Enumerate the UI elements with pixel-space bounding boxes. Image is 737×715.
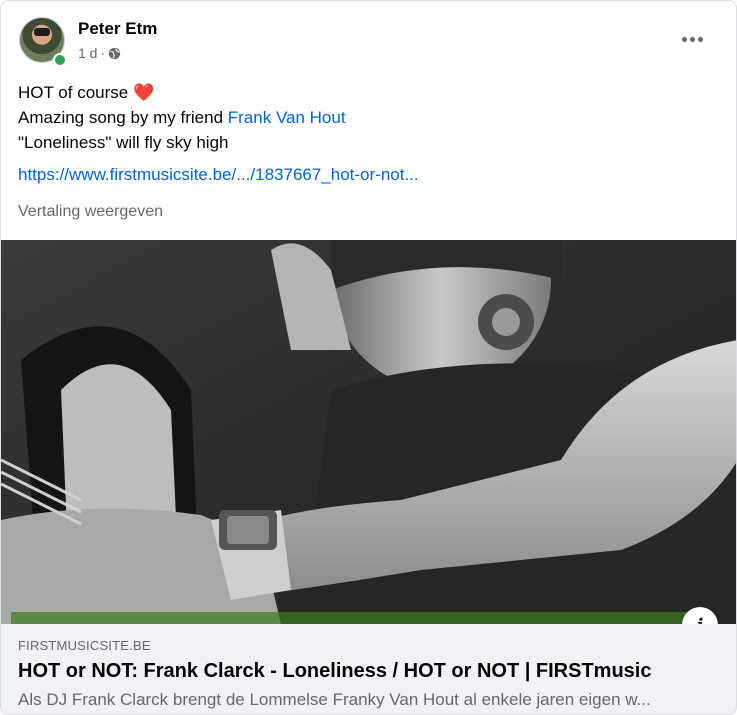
post-text-line1: HOT of course ❤️ — [18, 80, 720, 105]
post-card: Peter Etm 1 d · HOT of course ❤️ Amazing… — [0, 0, 737, 715]
post-meta: 1 d · — [78, 45, 121, 61]
post-body: HOT of course ❤️ Amazing song by my frie… — [18, 80, 720, 155]
preview-description: Als DJ Frank Clarck brengt de Lommelse F… — [18, 690, 651, 709]
mention-link[interactable]: Frank Van Hout — [228, 108, 346, 127]
avatar-glasses — [34, 28, 50, 36]
post-text-amazing: Amazing song by my friend — [18, 108, 228, 127]
post-header: Peter Etm 1 d · — [17, 15, 720, 67]
meta-separator: · — [100, 45, 106, 61]
post-url-link[interactable]: https://www.firstmusicsite.be/.../183766… — [18, 165, 419, 185]
translate-link[interactable]: Vertaling weergeven — [18, 203, 163, 221]
author-name[interactable]: Peter Etm — [78, 19, 157, 39]
dj-photo-illustration — [1, 240, 736, 624]
preview-domain: FIRSTMUSICSITE.BE — [18, 638, 151, 653]
link-preview-image[interactable] — [1, 240, 736, 624]
post-time[interactable]: 1 d — [78, 45, 97, 61]
post-text-line2: Amazing song by my friend Frank Van Hout — [18, 105, 720, 130]
link-preview[interactable]: FIRSTMUSICSITE.BE HOT or NOT: Frank Clar… — [1, 624, 736, 714]
post-text-line3: "Loneliness" will fly sky high — [18, 133, 229, 152]
preview-title[interactable]: HOT or NOT: Frank Clarck - Loneliness / … — [18, 660, 651, 683]
more-options-icon[interactable] — [674, 27, 710, 51]
globe-icon[interactable] — [108, 47, 121, 60]
post-text-hot: HOT of course — [18, 83, 129, 102]
online-status-dot — [53, 53, 67, 67]
heart-icon: ❤️ — [132, 83, 155, 102]
